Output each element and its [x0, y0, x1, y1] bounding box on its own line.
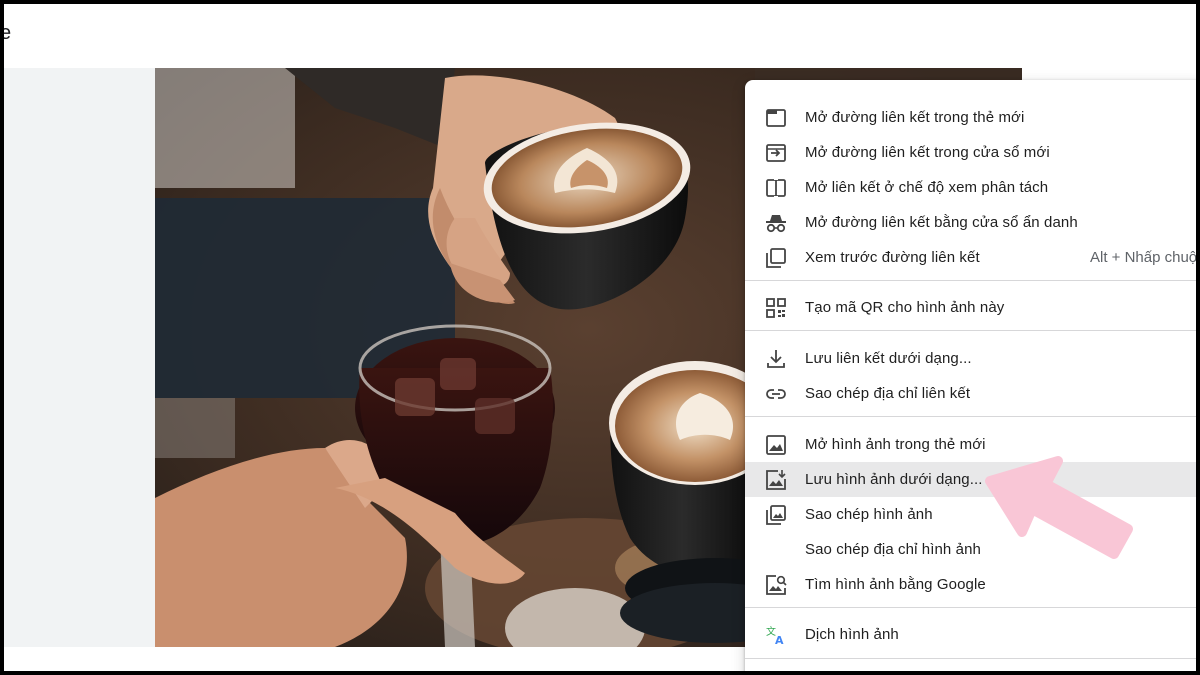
menu-item-shortcut: Alt + Nhấp chuột	[1090, 249, 1196, 266]
menu-item-open-link-split-view[interactable]: Mở liên kết ở chế độ xem phân tách	[745, 170, 1196, 205]
save-image-icon	[765, 469, 787, 491]
left-gray-panel	[4, 68, 155, 647]
menu-item-label: Mở hình ảnh trong thẻ mới	[805, 436, 986, 453]
image-search-icon	[765, 574, 787, 596]
menu-item-copy-link-address[interactable]: Sao chép địa chỉ liên kết	[745, 376, 1196, 411]
copy-image-icon	[765, 504, 787, 526]
incognito-icon	[765, 212, 787, 234]
menu-item-label: Lưu liên kết dưới dạng...	[805, 350, 972, 367]
menu-item-save-link-as[interactable]: Lưu liên kết dưới dạng...	[745, 341, 1196, 376]
menu-item-open-link-incognito[interactable]: Mở đường liên kết bằng cửa sổ ẩn danh	[745, 205, 1196, 240]
translate-icon: 文A	[765, 624, 787, 646]
split-view-icon	[765, 177, 787, 199]
new-window-icon	[765, 142, 787, 164]
context-menu: Mở đường liên kết trong thẻ mới Mở đường…	[745, 80, 1196, 671]
new-tab-icon	[765, 107, 787, 129]
menu-separator	[745, 330, 1196, 331]
menu-separator	[745, 607, 1196, 608]
link-icon	[765, 383, 787, 405]
menu-separator	[745, 280, 1196, 281]
menu-item-label: Mở đường liên kết bằng cửa sổ ẩn danh	[805, 214, 1078, 231]
menu-item-label: Sao chép địa chỉ hình ảnh	[805, 541, 981, 558]
menu-item-label: Tạo mã QR cho hình ảnh này	[805, 299, 1005, 316]
menu-separator	[745, 658, 1196, 659]
menu-item-label: Mở liên kết ở chế độ xem phân tách	[805, 179, 1049, 196]
menu-item-label: Xem trước đường liên kết	[805, 249, 980, 266]
screenshot-frame: e Mở đường liên kết trong thẻ mới Mở đườ…	[4, 4, 1196, 671]
menu-item-label: Mở đường liên kết trong cửa sổ mới	[805, 144, 1050, 161]
menu-item-open-link-new-tab[interactable]: Mở đường liên kết trong thẻ mới	[745, 100, 1196, 135]
menu-item-label: Lưu hình ảnh dưới dạng...	[805, 471, 983, 488]
menu-item-label: Mở đường liên kết trong thẻ mới	[805, 109, 1025, 126]
menu-item-preview-link[interactable]: Xem trước đường liên kết Alt + Nhấp chuộ…	[745, 240, 1196, 275]
menu-item-label: Tìm hình ảnh bằng Google	[805, 576, 986, 593]
svg-text:A: A	[775, 634, 784, 646]
menu-item-label: Sao chép địa chỉ liên kết	[805, 385, 971, 402]
menu-item-open-link-new-window[interactable]: Mở đường liên kết trong cửa sổ mới	[745, 135, 1196, 170]
page-header: e	[4, 4, 1196, 68]
page-title-fragment: e	[4, 22, 12, 44]
annotation-arrow-icon	[985, 456, 1133, 559]
preview-link-icon	[765, 247, 787, 269]
download-icon	[765, 348, 787, 370]
menu-item-search-image-google[interactable]: Tìm hình ảnh bằng Google	[745, 567, 1196, 602]
qr-code-icon	[765, 297, 787, 319]
image-icon	[765, 434, 787, 456]
menu-separator	[745, 416, 1196, 417]
menu-item-label: Sao chép hình ảnh	[805, 506, 933, 523]
menu-item-translate-image[interactable]: 文A Dịch hình ảnh	[745, 617, 1196, 652]
menu-item-create-qr[interactable]: Tạo mã QR cho hình ảnh này	[745, 290, 1196, 325]
menu-item-label: Dịch hình ảnh	[805, 626, 899, 643]
